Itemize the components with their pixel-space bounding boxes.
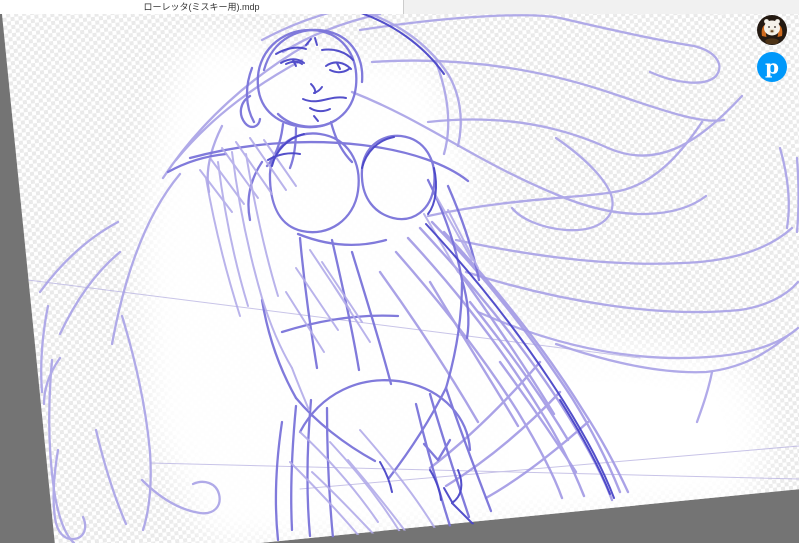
active-document-tab[interactable]: ローレッタ(ミスキー用).mdp [0, 0, 404, 14]
canvas-paint-layer [140, 40, 771, 543]
app-window: ローレッタ(ミスキー用).mdp p [0, 0, 799, 543]
document-filename: ローレッタ(ミスキー用).mdp [143, 2, 260, 12]
pixiv-icon: p [757, 52, 787, 82]
user-avatar-button[interactable] [757, 15, 787, 45]
pixiv-share-button[interactable]: p [757, 52, 787, 82]
document-tab-bar: ローレッタ(ミスキー用).mdp [0, 0, 799, 14]
white-paint-area [140, 40, 771, 543]
avatar-icon [757, 15, 787, 45]
drawing-canvas[interactable] [2, 0, 799, 543]
pixiv-letter: p [765, 55, 779, 79]
